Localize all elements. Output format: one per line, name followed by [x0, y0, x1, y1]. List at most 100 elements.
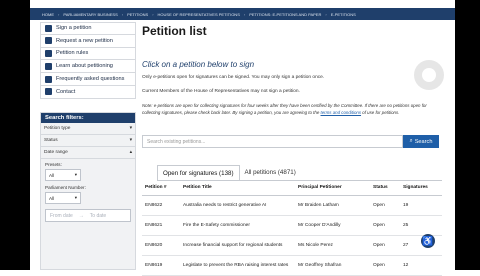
sidebar-item-label: Petition rules: [56, 50, 89, 57]
sidebar-nav: Sign a petition Request a new petition P…: [40, 22, 136, 99]
breadcrumb-separator: ›: [58, 11, 60, 17]
members-notice: Current Members of the House of Represen…: [142, 89, 300, 94]
note-paragraph: Note: e-petitions are open for collectin…: [142, 102, 439, 116]
table-row[interactable]: EN8621 Fire the E-Safety commissioner Mr…: [142, 215, 442, 236]
column-header: Petition #: [142, 181, 180, 196]
sidebar-item-label: Request a new petition: [56, 37, 113, 44]
petition-title[interactable]: Legislate to prevent the RBA raising int…: [180, 255, 295, 276]
petition-number: EN8619: [142, 255, 180, 276]
accessibility-icon[interactable]: ♿: [421, 234, 435, 248]
breadcrumb-e-petitions-paper[interactable]: Petitions: E-petitions and paper: [249, 12, 321, 17]
petition-status: Open: [370, 195, 400, 216]
chevron-down-icon: ▾: [74, 195, 77, 200]
left-bezel: [0, 0, 30, 270]
principal-petitioner: Mr Geoffrey Shafran: [295, 255, 370, 276]
right-bezel: [455, 0, 480, 270]
info-paragraph: Only e-petitions open for signatures can…: [142, 75, 325, 80]
touch-indicator-icon: [414, 60, 444, 90]
breadcrumb-current: E-petitions: [330, 11, 356, 17]
breadcrumb-house-petitions[interactable]: House of Representatives Petitions: [158, 12, 240, 17]
page-subtitle: Click on a petition below to sign: [142, 60, 255, 69]
filter-label: Petition type: [44, 126, 71, 131]
breadcrumb-separator: ›: [121, 11, 124, 17]
petition-number: EN8620: [142, 235, 180, 256]
sidebar-item-rules[interactable]: Petition rules: [40, 47, 136, 61]
petition-status: Open: [370, 255, 400, 276]
petition-search: Search existing petitions... ⌕ Search: [142, 135, 439, 148]
sidebar-item-label: Sign a petition: [56, 25, 92, 32]
presets-label: Presets:: [45, 162, 62, 167]
filter-status[interactable]: Status ▾: [41, 135, 135, 147]
petition-number: EN8621: [142, 215, 180, 236]
breadcrumb-home[interactable]: Home: [42, 12, 54, 17]
principal-petitioner: Mr Braiden Latham: [295, 195, 370, 216]
column-header: Principal Petitioner: [295, 181, 370, 196]
pen-icon: [45, 24, 52, 32]
sidebar-item-label: Frequently asked questions: [56, 76, 125, 83]
column-header: Petition Title: [180, 181, 295, 196]
book-icon: [45, 62, 52, 70]
sidebar-item-contact[interactable]: Contact: [40, 85, 136, 99]
filter-petition-type[interactable]: Petition type ▾: [41, 123, 135, 135]
signature-count: 19: [400, 195, 442, 216]
parliament-number-value: All: [49, 195, 55, 201]
breadcrumb-petitions[interactable]: Petitions: [127, 12, 148, 17]
terms-link[interactable]: terms and conditions: [321, 110, 362, 115]
petition-status: Open: [370, 215, 400, 236]
page-title: Petition list: [142, 24, 207, 38]
sidebar-item-faq[interactable]: Frequently asked questions: [40, 73, 136, 86]
petition-title[interactable]: Fire the E-Safety commissioner: [180, 215, 295, 236]
question-icon: [45, 75, 52, 83]
filter-date-range[interactable]: Date range ▴: [41, 147, 135, 159]
column-header: Status: [370, 181, 400, 196]
sidebar-item-label: Contact: [56, 88, 76, 95]
breadcrumb-parliamentary-business[interactable]: Parliamentary business: [63, 12, 117, 17]
principal-petitioner: Mr Cooper D'Andilly: [295, 215, 370, 236]
column-header: Signatures: [400, 181, 442, 196]
petition-number: EN8622: [142, 195, 180, 216]
parliament-number-label: Parliament Number:: [45, 185, 86, 190]
from-date-field[interactable]: From date: [50, 213, 73, 219]
sidebar-item-learn[interactable]: Learn about petitioning: [40, 60, 136, 74]
petition-title[interactable]: Australia needs to restrict generative A…: [180, 195, 295, 216]
presets-select[interactable]: All ▾: [45, 169, 81, 181]
sidebar-item-request[interactable]: Request a new petition: [40, 34, 136, 48]
date-range-input[interactable]: From date → To date: [45, 209, 131, 222]
phone-icon: [45, 88, 52, 96]
parliament-number-select[interactable]: All ▾: [45, 192, 81, 204]
note-text-end: of use for petitions.: [362, 110, 400, 115]
table-header-row: Petition # Petition Title Principal Peti…: [142, 181, 442, 196]
breadcrumb-separator: ›: [243, 11, 246, 17]
search-icon: ⌕: [409, 138, 413, 144]
presets-value: All: [49, 172, 55, 178]
breadcrumb-separator: ›: [325, 11, 327, 17]
tab-all-petitions[interactable]: All petitions (4871): [239, 165, 301, 181]
breadcrumb-separator: ›: [152, 11, 154, 17]
signature-count: 25: [400, 215, 442, 236]
filter-label: Date range: [44, 150, 68, 155]
petition-tabs: Open for signatures (138) All petitions …: [157, 165, 301, 181]
list-icon: [45, 49, 52, 57]
filters-heading: Search filters:: [41, 113, 135, 123]
table-row[interactable]: EN8622 Australia needs to restrict gener…: [142, 195, 442, 216]
petition-title[interactable]: Increase financial support for regional …: [180, 235, 295, 256]
chevron-down-icon: ▾: [74, 172, 77, 177]
chevron-down-icon: ▾: [129, 138, 132, 143]
petitions-table: Petition # Petition Title Principal Peti…: [142, 181, 442, 276]
search-filters-panel: Search filters: Petition type ▾ Status ▾ D…: [40, 112, 136, 270]
search-button-label: Search: [414, 138, 433, 145]
to-date-field[interactable]: To date: [90, 213, 106, 219]
sidebar-item-label: Learn about petitioning: [56, 63, 113, 70]
search-input[interactable]: Search existing petitions...: [142, 135, 403, 148]
chevron-down-icon: ▾: [129, 126, 132, 131]
tab-open-for-signatures[interactable]: Open for signatures (138): [157, 165, 240, 181]
document-plus-icon: [45, 37, 52, 45]
table-row[interactable]: EN8619 Legislate to prevent the RBA rais…: [142, 255, 442, 276]
filter-label: Status: [44, 138, 58, 143]
main-content: Petition list Click on a petition below …: [142, 22, 442, 116]
table-row[interactable]: EN8620 Increase financial support for re…: [142, 235, 442, 256]
sidebar-item-sign[interactable]: Sign a petition: [40, 22, 136, 35]
search-button[interactable]: ⌕ Search: [403, 135, 439, 148]
signature-count: 12: [400, 255, 442, 276]
breadcrumb: Home › Parliamentary business › Petitions ›…: [30, 8, 455, 20]
